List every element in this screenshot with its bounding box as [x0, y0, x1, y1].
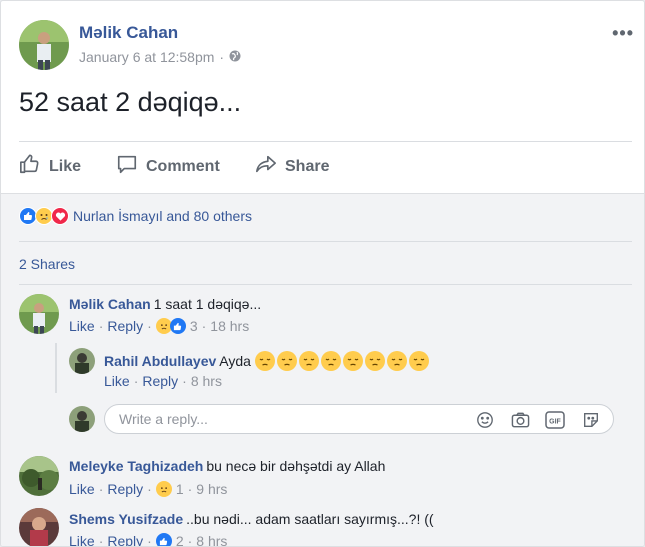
comment-text: 1 saat 1 dəqiqə...: [153, 296, 262, 312]
meta-separator: ·: [219, 49, 225, 65]
divider: [19, 241, 632, 242]
reply-time[interactable]: 8 hrs: [191, 373, 222, 389]
comment-like-link[interactable]: Like: [69, 318, 95, 334]
comment-like-link[interactable]: Like: [69, 533, 95, 546]
camera-icon[interactable]: [510, 410, 530, 430]
thumbs-up-icon: [19, 153, 41, 180]
comment-meta: Like · Reply · 1 · 9 hrs: [69, 481, 227, 497]
replier-name[interactable]: Rahil Abdullayev: [104, 353, 216, 369]
reply-input[interactable]: [119, 411, 449, 427]
reactions-summary[interactable]: Nurlan İsmayıl and 80 others: [19, 207, 252, 225]
comment-time[interactable]: 8 hrs: [196, 533, 227, 546]
comment-body: Meleyke Taghizadeh bu necə bir dəhşətdi a…: [69, 458, 385, 474]
comment-reply-link[interactable]: Reply: [107, 533, 143, 546]
commenter-avatar[interactable]: [19, 294, 59, 334]
comment-meta: Like · Reply · 2 · 8 hrs: [69, 533, 227, 547]
sticker-icon[interactable]: [581, 410, 601, 430]
divider: [19, 141, 632, 142]
love-reaction-icon: [51, 207, 69, 225]
meta-separator: ·: [201, 318, 207, 334]
pensive-emoji-icon: [254, 351, 275, 371]
meta-separator: ·: [187, 533, 193, 547]
post-card: Məlik Cahan January 6 at 12:58pm · ••• 5…: [0, 0, 645, 547]
pensive-emoji-icon: [364, 351, 385, 371]
smiley-icon[interactable]: [475, 410, 495, 430]
meta-separator: ·: [98, 533, 104, 547]
author-avatar[interactable]: [19, 20, 69, 70]
comment-like-link[interactable]: Like: [69, 481, 95, 497]
comment-body: Məlik Cahan 1 saat 1 dəqiqə...: [69, 296, 261, 312]
current-user-avatar: [69, 406, 95, 432]
meta-separator: ·: [147, 481, 152, 497]
like-button[interactable]: Like: [19, 153, 81, 180]
post-author-name[interactable]: Məlik Cahan: [79, 23, 178, 43]
pensive-emoji-icon: [408, 351, 429, 371]
more-options-icon[interactable]: •••: [612, 23, 634, 44]
comment-time[interactable]: 9 hrs: [196, 481, 227, 497]
commenter-avatar[interactable]: [19, 508, 59, 546]
meta-separator: ·: [98, 481, 104, 497]
reactions-names[interactable]: Nurlan İsmayıl and 80 others: [73, 208, 252, 224]
reply-text: Ayda: [219, 353, 251, 369]
globe-icon: [229, 49, 241, 65]
reaction-count[interactable]: 3: [190, 318, 198, 334]
comment-text: bu necə bir dəhşətdi ay Allah: [206, 458, 386, 474]
post-text: 52 saat 2 dəqiqə...: [19, 87, 242, 117]
reply-input-box[interactable]: GIF: [104, 404, 614, 434]
pensive-emoji-icon: [320, 351, 341, 371]
post-timestamp[interactable]: January 6 at 12:58pm: [79, 49, 214, 65]
commenter-name[interactable]: Məlik Cahan: [69, 296, 151, 312]
pensive-emoji-icon: [298, 351, 319, 371]
comment-button[interactable]: Comment: [116, 153, 220, 180]
commenter-name[interactable]: Shems Yusifzade: [69, 511, 183, 527]
reply-reply-link[interactable]: Reply: [142, 373, 178, 389]
commenter-avatar[interactable]: [19, 456, 59, 496]
meta-separator: ·: [147, 533, 152, 547]
share-button[interactable]: Share: [255, 153, 329, 180]
comment-text: ..bu nədi... adam saatları sayırmış...?!…: [186, 511, 434, 527]
gif-icon[interactable]: GIF: [545, 410, 565, 430]
reply-thread-line: [55, 343, 57, 393]
shares-count[interactable]: 2 Shares: [19, 256, 75, 272]
pensive-emoji-icon: [342, 351, 363, 371]
like-reaction-icon: [169, 318, 186, 334]
reply-body: Rahil Abdullayev Ayda: [104, 351, 429, 371]
comment-time[interactable]: 18 hrs: [210, 318, 249, 334]
meta-separator: ·: [147, 318, 152, 334]
comment-reply-link[interactable]: Reply: [107, 481, 143, 497]
pensive-emoji-group: [254, 351, 429, 371]
comment-reply-link[interactable]: Reply: [107, 318, 143, 334]
comment-body: Shems Yusifzade ..bu nədi... adam saatlar…: [69, 511, 434, 527]
pensive-emoji-icon: [276, 351, 297, 371]
share-icon: [255, 153, 277, 180]
commenter-name[interactable]: Meleyke Taghizadeh: [69, 458, 203, 474]
meta-separator: ·: [187, 481, 193, 497]
reply-like-link[interactable]: Like: [104, 373, 130, 389]
sad-reaction-icon: [155, 481, 172, 497]
comment-meta: Like · Reply · 3 · 18 hrs: [69, 318, 249, 334]
replier-avatar[interactable]: [69, 348, 95, 374]
like-label: Like: [49, 157, 82, 175]
post-meta: January 6 at 12:58pm ·: [79, 49, 241, 65]
pensive-emoji-icon: [386, 351, 407, 371]
divider: [19, 284, 632, 285]
comment-icon: [116, 153, 138, 180]
svg-text:GIF: GIF: [549, 419, 561, 426]
reaction-count[interactable]: 1: [176, 481, 184, 497]
meta-separator: ·: [98, 318, 104, 334]
meta-separator: ·: [133, 373, 139, 389]
reaction-count[interactable]: 2: [176, 533, 184, 546]
comment-label: Comment: [146, 157, 220, 175]
reply-meta: Like · Reply · 8 hrs: [104, 373, 222, 389]
like-reaction-icon: [155, 533, 172, 546]
meta-separator: ·: [182, 373, 187, 389]
share-label: Share: [285, 157, 330, 175]
